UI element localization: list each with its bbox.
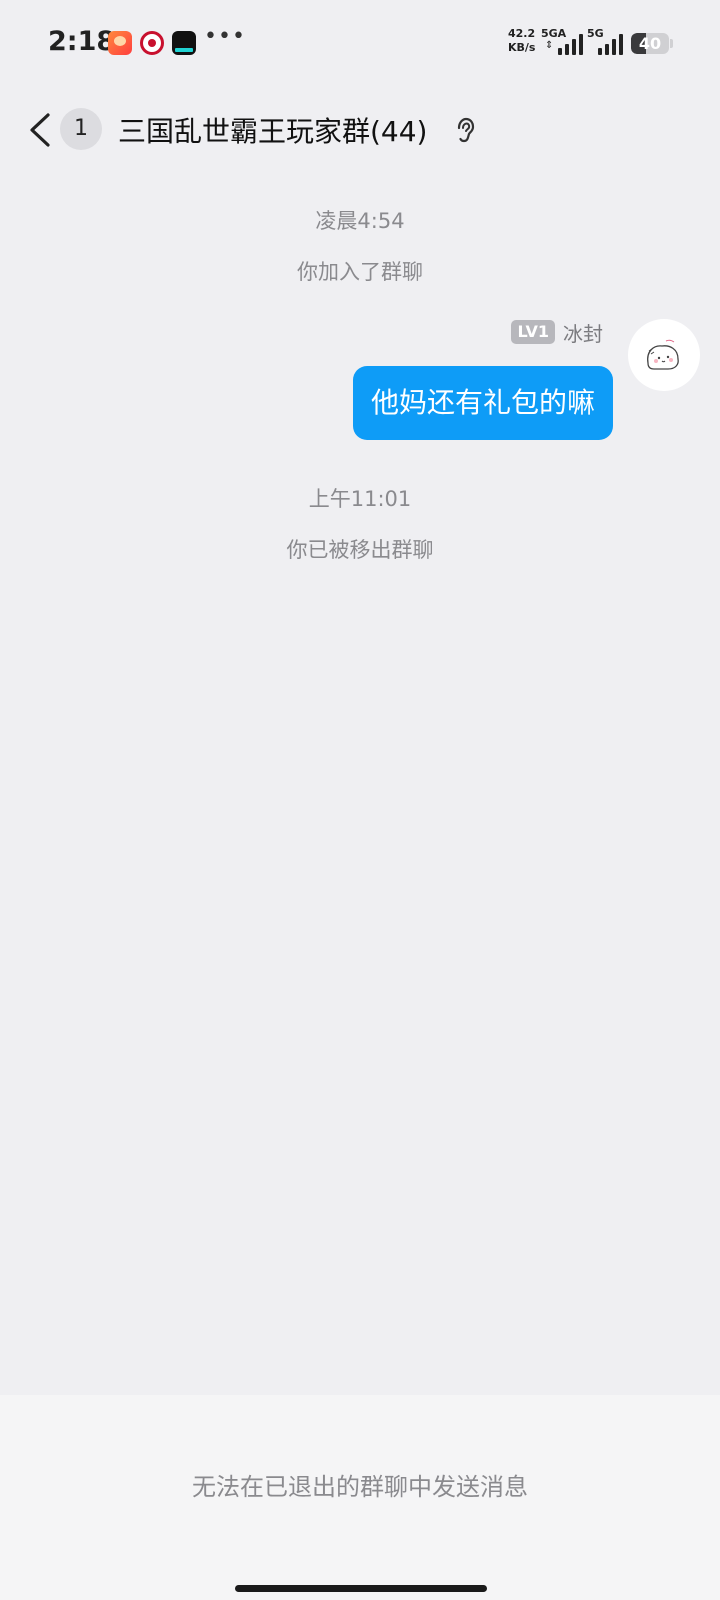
more-notifications-icon: •••: [204, 24, 246, 49]
network-speed-unit: KB/s: [508, 41, 536, 54]
unread-count-badge[interactable]: 1: [60, 108, 102, 150]
status-time: 2:18: [48, 26, 116, 57]
network-speed: 42.2 KB/s: [508, 27, 535, 55]
cannot-send-notice: 无法在已退出的群聊中发送消息: [192, 1473, 528, 1501]
back-arrow-icon[interactable]: [24, 110, 64, 150]
chat-header: 1 三国乱世霸王玩家群(44): [0, 86, 720, 176]
data-arrows-icon: ⇕: [545, 40, 554, 51]
battery-level: 40: [638, 34, 662, 53]
home-indicator[interactable]: [235, 1585, 487, 1592]
signal2-icon: [598, 33, 623, 55]
battery-cap: [670, 39, 673, 48]
chat-title[interactable]: 三国乱世霸王玩家群(44): [118, 110, 427, 150]
level-badge: LV1: [511, 320, 555, 344]
system-message: 你已被移出群聊: [286, 538, 434, 562]
timestamp: 凌晨4:54: [315, 209, 405, 233]
system-message: 你加入了群聊: [297, 260, 423, 284]
sender-name[interactable]: 冰封: [563, 318, 603, 347]
message-bubble[interactable]: 他妈还有礼包的嘛: [352, 366, 613, 440]
status-bar: 2:18 ••• 42.2 KB/s 5GA ⇕ 5G 40: [0, 0, 720, 86]
chat-screen: 2:18 ••• 42.2 KB/s 5GA ⇕ 5G 40 1 三国乱世霸王玩…: [0, 0, 720, 1600]
ear-icon[interactable]: [453, 117, 477, 145]
notification-bank-icon: [140, 31, 164, 55]
notification-app-icon: [108, 31, 132, 55]
signal-icon: [558, 33, 583, 55]
notification-shopping-icon: [172, 31, 196, 55]
avatar[interactable]: [628, 319, 700, 391]
timestamp: 上午11:01: [308, 487, 412, 511]
avatar-drawing: [647, 339, 679, 370]
network-speed-value: 42.2: [508, 27, 536, 40]
sender-info: LV1 冰封: [511, 318, 603, 346]
battery-icon: 40: [631, 33, 669, 54]
input-area-disabled: 无法在已退出的群聊中发送消息: [0, 1395, 720, 1600]
